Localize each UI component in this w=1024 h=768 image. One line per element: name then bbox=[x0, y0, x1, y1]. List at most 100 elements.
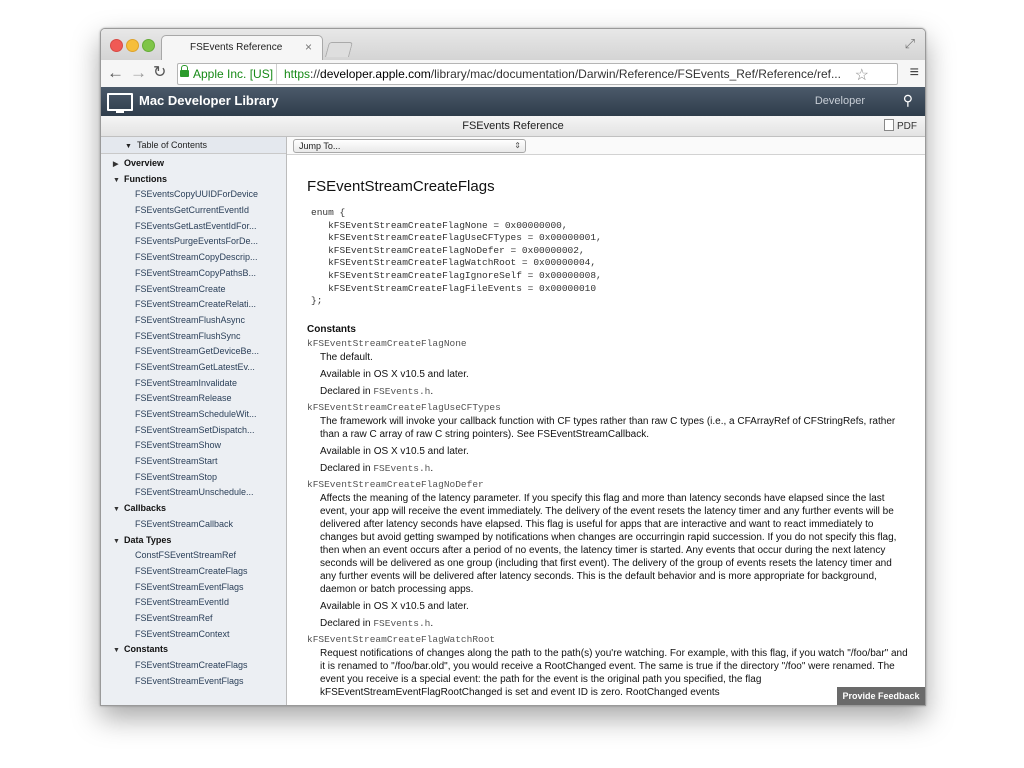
browser-toolbar: ← → ↻ Apple Inc. [US] https://developer.… bbox=[101, 60, 925, 88]
reload-icon[interactable]: ↻ bbox=[153, 63, 166, 83]
toc-item[interactable]: FSEventStreamCreate bbox=[101, 282, 286, 298]
toc-item[interactable]: FSEventStreamFlushAsync bbox=[101, 313, 286, 329]
page-title: FSEventStreamCreateFlags bbox=[307, 178, 495, 195]
pdf-icon bbox=[884, 119, 894, 131]
constant-entry: kFSEventStreamCreateFlagUseCFTypes The fr… bbox=[307, 402, 909, 475]
toc-item[interactable]: FSEventStreamCreateRelati... bbox=[101, 297, 286, 313]
document-title: FSEvents Reference bbox=[462, 120, 564, 132]
toc-item[interactable]: FSEventStreamCallback bbox=[101, 517, 286, 533]
toc-header[interactable]: ▼ Table of Contents bbox=[101, 137, 286, 154]
code-block: enum { kFSEventStreamCreateFlagNone = 0x… bbox=[311, 207, 602, 307]
forward-arrow-icon[interactable]: → bbox=[130, 63, 147, 83]
toc-section[interactable]: ▼ Callbacks bbox=[101, 501, 286, 517]
jump-bar: Jump To... ⇕ bbox=[287, 137, 925, 155]
toc-item[interactable]: FSEventStreamRelease bbox=[101, 391, 286, 407]
toc-item[interactable]: FSEventStreamContext bbox=[101, 627, 286, 643]
toc-item[interactable]: FSEventStreamScheduleWit... bbox=[101, 407, 286, 423]
toc-item[interactable]: FSEventStreamCreateFlags bbox=[101, 564, 286, 580]
constant-description: The default. bbox=[320, 351, 373, 363]
lock-icon bbox=[180, 65, 189, 77]
toc-item[interactable]: FSEventStreamCopyPathsB... bbox=[101, 266, 286, 282]
minimize-window-button[interactable] bbox=[126, 39, 139, 52]
document-title-bar: FSEvents Reference PDF bbox=[101, 116, 925, 137]
toc-item[interactable]: FSEventsGetLastEventIdFor... bbox=[101, 219, 286, 235]
disclosure-triangle-icon[interactable]: ▼ bbox=[113, 643, 124, 659]
browser-tab[interactable]: FSEvents Reference × bbox=[161, 35, 323, 61]
library-title[interactable]: Mac Developer Library bbox=[139, 93, 278, 108]
toc-item[interactable]: FSEventStreamCreateFlags bbox=[101, 658, 286, 674]
toc-item[interactable]: ConstFSEventStreamRef bbox=[101, 548, 286, 564]
toc-item[interactable]: FSEventStreamGetLatestEv... bbox=[101, 360, 286, 376]
disclosure-triangle-icon[interactable]: ▼ bbox=[113, 502, 124, 518]
toc-item[interactable]: FSEventStreamEventFlags bbox=[101, 674, 286, 690]
developer-link[interactable]: Developer bbox=[815, 95, 865, 107]
declared-in-label: Declared in bbox=[320, 462, 374, 474]
toc-section[interactable]: ▼ Data Types bbox=[101, 533, 286, 549]
toc-item[interactable]: FSEventStreamUnschedule... bbox=[101, 485, 286, 501]
header-file-link[interactable]: FSEvents.h bbox=[373, 618, 430, 629]
tab-strip: FSEvents Reference × ⤢ bbox=[101, 29, 925, 61]
toc-item[interactable]: FSEventStreamStart bbox=[101, 454, 286, 470]
disclosure-triangle-icon: ▼ bbox=[125, 143, 132, 150]
url-host: developer.apple.com bbox=[320, 67, 431, 81]
toc-list: ▶ Overview ▼ Functions FSEventsCopyUUIDForDe… bbox=[101, 154, 286, 689]
toc-item[interactable]: FSEventsPurgeEventsForDe... bbox=[101, 234, 286, 250]
provide-feedback-button[interactable]: Provide Feedback bbox=[837, 687, 925, 705]
new-tab-button[interactable] bbox=[324, 42, 354, 57]
toc-item[interactable]: FSEventStreamEventFlags bbox=[101, 580, 286, 596]
availability-note: Available in OS X v10.5 and later. bbox=[320, 600, 469, 612]
constant-entry: kFSEventStreamCreateFlagWatchRoot Request… bbox=[307, 634, 909, 699]
url-separator: :// bbox=[310, 67, 321, 81]
availability-note: Available in OS X v10.5 and later. bbox=[320, 445, 469, 457]
declared-in-label: Declared in bbox=[320, 385, 374, 397]
toc-section[interactable]: ▼ Functions bbox=[101, 172, 286, 188]
toc-item[interactable]: FSEventStreamCopyDescrip... bbox=[101, 250, 286, 266]
toc-section[interactable]: ▼ Constants bbox=[101, 642, 286, 658]
back-arrow-icon[interactable]: ← bbox=[107, 63, 124, 83]
url-path: /library/mac/documentation/Darwin/Refere… bbox=[430, 67, 841, 81]
browser-window: FSEvents Reference × ⤢ ← → ↻ Apple Inc. … bbox=[100, 28, 926, 706]
toc-item[interactable]: FSEventStreamSetDispatch... bbox=[101, 423, 286, 439]
ev-certificate-badge[interactable]: Apple Inc. [US] bbox=[178, 64, 278, 84]
search-icon[interactable]: ⚲ bbox=[903, 92, 913, 109]
zoom-window-button[interactable] bbox=[142, 39, 155, 52]
toc-section-label: Callbacks bbox=[124, 503, 167, 514]
chrome-menu-icon[interactable]: ≡ bbox=[910, 64, 919, 82]
availability-note: Available in OS X v10.5 and later. bbox=[320, 368, 469, 380]
jump-to-value: Jump To... bbox=[299, 141, 341, 151]
constant-description: The framework will invoke your callback … bbox=[320, 415, 896, 440]
select-arrows-icon: ⇕ bbox=[514, 141, 521, 150]
toc-label: Table of Contents bbox=[136, 140, 207, 150]
toc-item[interactable]: FSEventStreamInvalidate bbox=[101, 376, 286, 392]
bookmark-star-icon[interactable]: ☆ bbox=[855, 66, 869, 84]
constant-description: Request notifications of changes along t… bbox=[320, 647, 908, 698]
toc-item[interactable]: FSEventStreamShow bbox=[101, 438, 286, 454]
url-text[interactable]: https://developer.apple.com/library/mac/… bbox=[284, 64, 841, 84]
toc-item[interactable]: FSEventsGetCurrentEventId bbox=[101, 203, 286, 219]
toc-item[interactable]: FSEventsCopyUUIDForDevice bbox=[101, 187, 286, 203]
address-bar[interactable]: Apple Inc. [US] https://developer.apple.… bbox=[177, 63, 898, 85]
table-of-contents-sidebar: ▼ Table of Contents ▶ Overview ▼ Functions FS… bbox=[101, 137, 287, 705]
toc-section-label: Constants bbox=[124, 644, 169, 655]
toc-section[interactable]: ▶ Overview bbox=[101, 156, 286, 172]
header-file-link[interactable]: FSEvents.h bbox=[373, 386, 430, 397]
toc-item[interactable]: FSEventStreamRef bbox=[101, 611, 286, 627]
toc-item[interactable]: FSEventStreamGetDeviceBe... bbox=[101, 344, 286, 360]
toc-item[interactable]: FSEventStreamEventId bbox=[101, 595, 286, 611]
toc-section-label: Overview bbox=[124, 158, 165, 168]
disclosure-triangle-icon[interactable]: ▶ bbox=[113, 157, 124, 173]
toc-item[interactable]: FSEventStreamFlushSync bbox=[101, 329, 286, 345]
disclosure-triangle-icon[interactable]: ▼ bbox=[113, 173, 124, 189]
jump-to-select[interactable]: Jump To... ⇕ bbox=[293, 139, 526, 153]
disclosure-triangle-icon[interactable]: ▼ bbox=[113, 534, 124, 550]
toc-item[interactable]: FSEventStreamStop bbox=[101, 470, 286, 486]
close-window-button[interactable] bbox=[110, 39, 123, 52]
header-file-link[interactable]: FSEvents.h bbox=[373, 463, 430, 474]
tab-close-icon[interactable]: × bbox=[305, 40, 312, 54]
ev-cert-label: Apple Inc. [US] bbox=[193, 67, 274, 81]
monitor-icon bbox=[107, 93, 133, 113]
constant-name: kFSEventStreamCreateFlagUseCFTypes bbox=[307, 401, 501, 413]
pdf-button[interactable]: PDF bbox=[884, 119, 917, 132]
pdf-label: PDF bbox=[897, 121, 917, 132]
fullscreen-icon[interactable]: ⤢ bbox=[905, 36, 915, 52]
